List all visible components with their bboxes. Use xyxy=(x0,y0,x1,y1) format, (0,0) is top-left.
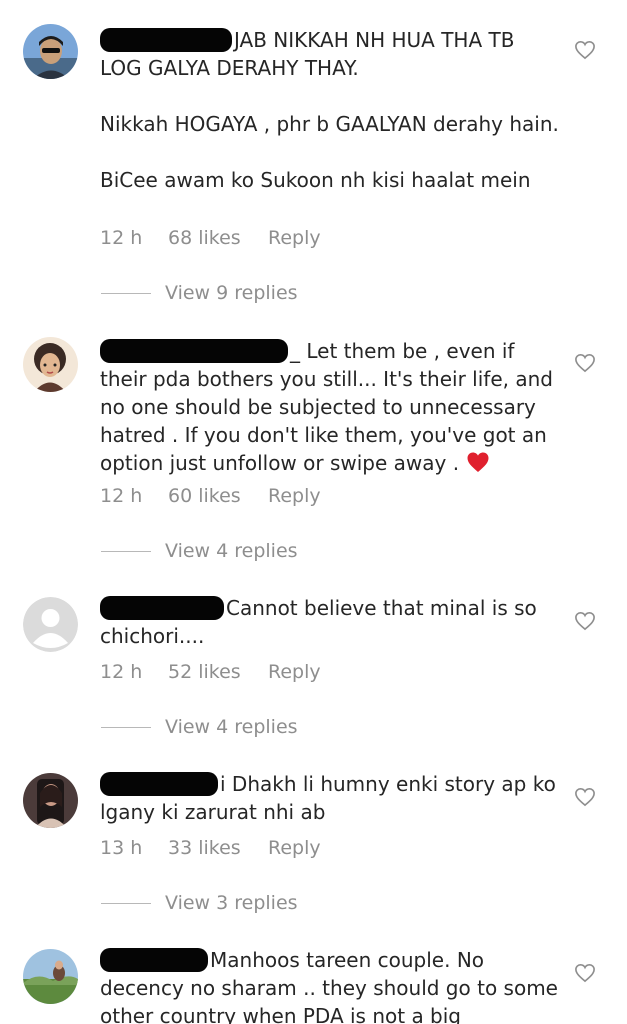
heart-outline-icon[interactable] xyxy=(574,353,596,373)
comment-text: _ Let them be , even if their pda bother… xyxy=(100,337,560,480)
comment-item: Manhoos tareen couple. No decency no sha… xyxy=(0,932,627,1024)
view-replies-label: View 4 replies xyxy=(165,540,298,562)
comment-timestamp: 12 h xyxy=(100,661,143,683)
redacted-username xyxy=(100,772,218,796)
avatar[interactable] xyxy=(23,337,78,392)
comment-likes[interactable]: 68 likes xyxy=(168,226,268,250)
comment-item: i Dhakh li humny enki story ap ko lgany … xyxy=(0,756,627,926)
comment-text: Manhoos tareen couple. No decency no sha… xyxy=(100,946,560,1024)
avatar[interactable] xyxy=(23,24,78,79)
comment-meta: 12 h 52 likes Reply xyxy=(100,660,321,684)
redacted-username xyxy=(100,28,232,52)
comment-item: JAB NIKKAH NH HUA THA TB LOG GALYA DERAH… xyxy=(0,0,627,320)
heart-outline-icon[interactable] xyxy=(574,611,596,631)
divider xyxy=(101,293,151,294)
avatar[interactable] xyxy=(23,949,78,1004)
comment-item: Cannot believe that minal is so chichori… xyxy=(0,580,627,750)
comment-text: JAB NIKKAH NH HUA THA TB LOG GALYA DERAH… xyxy=(100,26,560,194)
reply-button[interactable]: Reply xyxy=(268,660,321,684)
view-replies-label: View 9 replies xyxy=(165,282,298,304)
view-replies-button[interactable]: View 3 replies xyxy=(101,891,298,915)
redacted-username xyxy=(100,948,208,972)
comment-timestamp: 12 h xyxy=(100,227,143,249)
comment-item: _ Let them be , even if their pda bother… xyxy=(0,320,627,580)
red-heart-emoji-icon xyxy=(465,451,491,480)
view-replies-label: View 4 replies xyxy=(165,716,298,738)
divider xyxy=(101,727,151,728)
divider xyxy=(101,903,151,904)
avatar[interactable] xyxy=(23,773,78,828)
view-replies-button[interactable]: View 4 replies xyxy=(101,539,298,563)
avatar[interactable] xyxy=(23,597,78,652)
comment-timestamp: 13 h xyxy=(100,837,143,859)
view-replies-button[interactable]: View 9 replies xyxy=(101,281,298,305)
view-replies-button[interactable]: View 4 replies xyxy=(101,715,298,739)
reply-button[interactable]: Reply xyxy=(268,484,321,508)
comment-likes[interactable]: 52 likes xyxy=(168,660,268,684)
redacted-username xyxy=(100,596,224,620)
comment-meta: 12 h 60 likes Reply xyxy=(100,484,321,508)
heart-outline-icon[interactable] xyxy=(574,963,596,983)
view-replies-label: View 3 replies xyxy=(165,892,298,914)
comment-paragraph: Nikkah HOGAYA , phr b GAALYAN derahy hai… xyxy=(100,112,559,136)
heart-outline-icon[interactable] xyxy=(574,787,596,807)
reply-button[interactable]: Reply xyxy=(268,836,321,860)
comment-paragraph: BiCee awam ko Sukoon nh kisi haalat mein xyxy=(100,168,531,192)
reply-button[interactable]: Reply xyxy=(268,226,321,250)
comment-likes[interactable]: 33 likes xyxy=(168,836,268,860)
comment-text: Cannot believe that minal is so chichori… xyxy=(100,594,560,650)
comment-likes[interactable]: 60 likes xyxy=(168,484,268,508)
comment-meta: 13 h 33 likes Reply xyxy=(100,836,321,860)
comment-text: i Dhakh li humny enki story ap ko lgany … xyxy=(100,770,560,826)
divider xyxy=(101,551,151,552)
comment-meta: 12 h 68 likes Reply xyxy=(100,226,321,250)
redacted-username xyxy=(100,339,288,363)
heart-outline-icon[interactable] xyxy=(574,40,596,60)
comment-timestamp: 12 h xyxy=(100,485,143,507)
